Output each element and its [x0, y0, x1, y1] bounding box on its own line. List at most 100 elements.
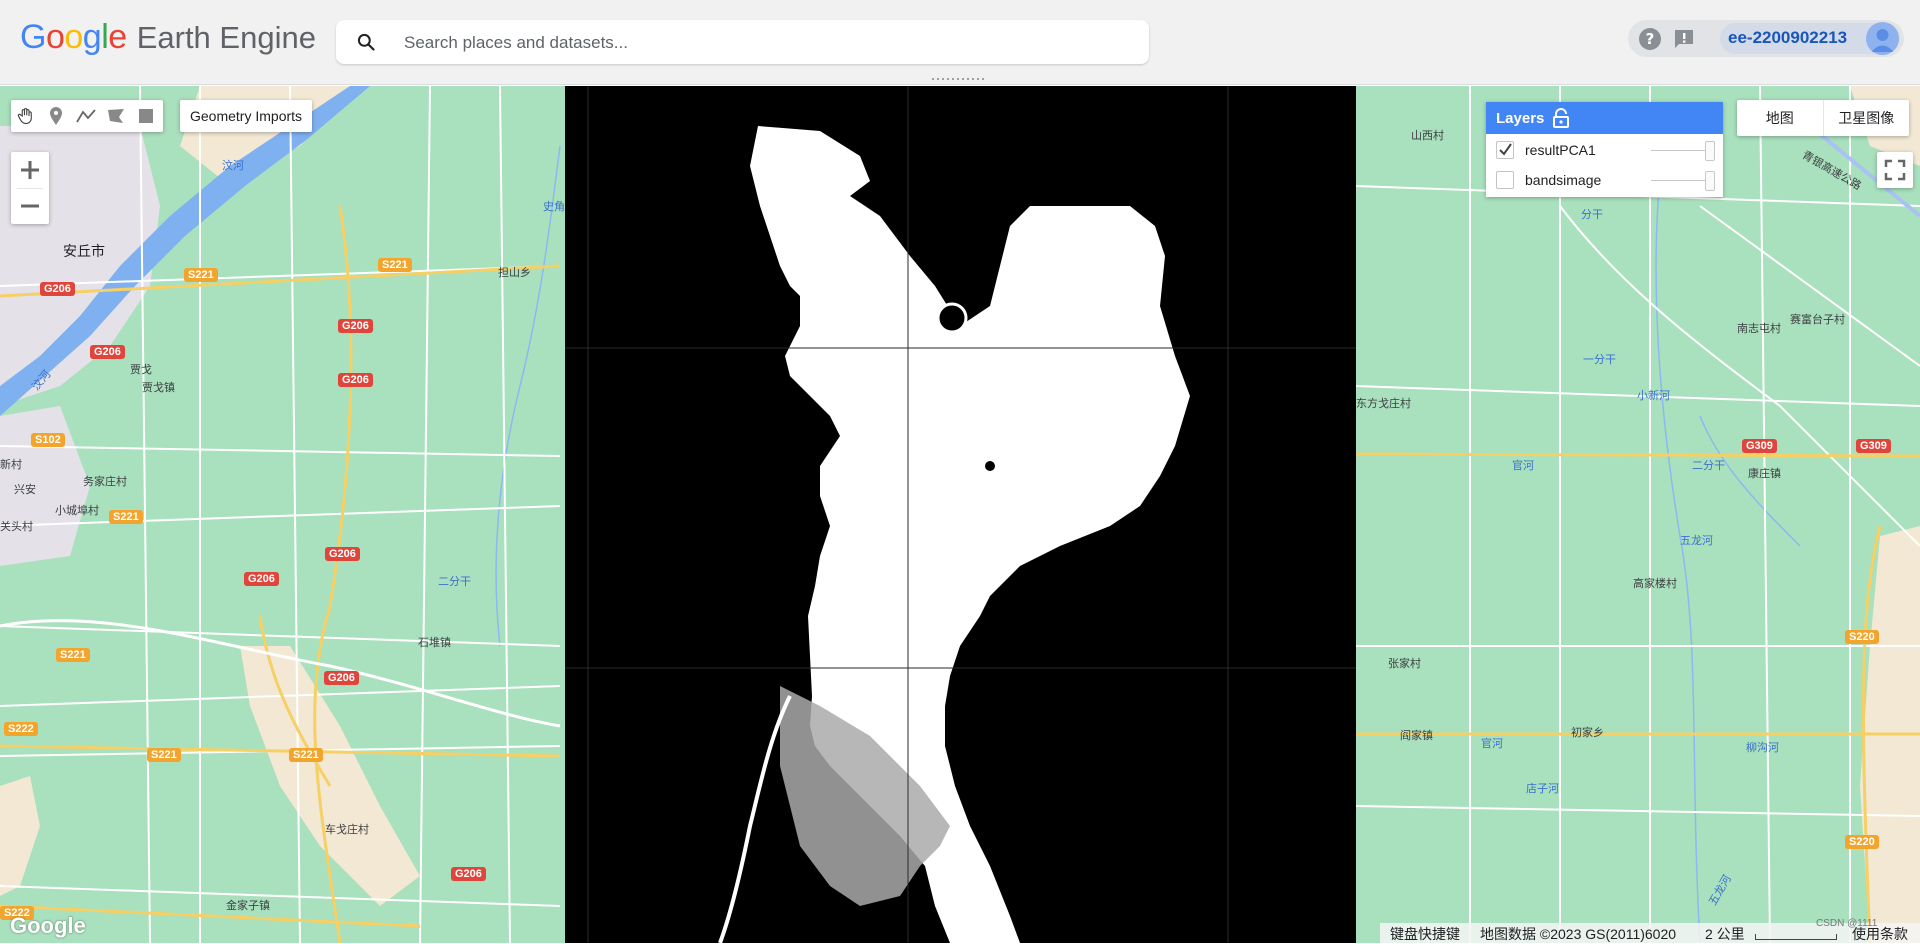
map-label: 贾戈 [130, 364, 152, 376]
rectangle-icon[interactable] [131, 100, 161, 132]
map-label: 担山乡 [498, 267, 531, 279]
layer-visibility-checkbox[interactable] [1496, 141, 1514, 159]
map-label: 赛富台子村 [1790, 314, 1845, 326]
map-type-map[interactable]: 地图 [1737, 100, 1823, 136]
road-shield: G206 [325, 547, 360, 561]
road-shield: S220 [1845, 835, 1879, 849]
opacity-slider-handle[interactable] [1705, 141, 1715, 161]
layers-header[interactable]: Layers [1486, 102, 1723, 134]
map-label: 石堆镇 [418, 637, 451, 649]
map-label: 山西村 [1411, 130, 1444, 142]
road-shield: G206 [324, 671, 359, 685]
road-shield: G206 [338, 373, 373, 387]
road-shield: S221 [109, 510, 143, 524]
line-icon[interactable] [71, 100, 101, 132]
map-attribution: 地图数据 ©2023 GS(2011)6020 [1480, 926, 1677, 942]
layer-name: bandsimage [1525, 172, 1602, 188]
app-logo[interactable]: Google Earth Engine [20, 18, 316, 62]
drawing-toolbar [11, 100, 163, 132]
feedback-icon[interactable] [1672, 27, 1696, 51]
avatar[interactable] [1866, 22, 1899, 55]
map-label-water: 汶河 [222, 160, 244, 172]
map-label-water: 史角 [543, 201, 565, 213]
road-shield: G309 [1742, 439, 1777, 453]
fullscreen-button[interactable] [1877, 152, 1913, 188]
road-shield: G206 [40, 282, 75, 296]
layer-visibility-checkbox[interactable] [1496, 171, 1514, 189]
map-label-city: 安丘市 [63, 243, 105, 259]
road-shield: S221 [147, 748, 181, 762]
map-label-water: 柳沟河 [1746, 742, 1779, 754]
marker-icon[interactable] [41, 100, 71, 132]
map-label: 金家子镇 [226, 900, 270, 912]
map-label: 新村 [0, 459, 22, 471]
map-label-water: 店子河 [1526, 783, 1559, 795]
svg-text:?: ? [1646, 30, 1655, 48]
fullscreen-icon [1884, 159, 1906, 181]
map-label: 康庄镇 [1748, 468, 1781, 480]
map-label: 张家村 [1388, 658, 1421, 670]
map-label: 东方戈庄村 [1356, 398, 1411, 410]
google-wordmark: Google [20, 18, 127, 56]
map-label-water: 官河 [1512, 460, 1534, 472]
map-label: 车戈庄村 [325, 824, 369, 836]
road-shield: S102 [31, 433, 65, 447]
map-canvas[interactable]: 安丘市 新村 兴安 关头村 贾戈 贾戈镇 务家庄村 小城埠村 石堆镇 车戈庄村 … [0, 86, 1920, 943]
panel-splitter[interactable] [932, 78, 987, 84]
unlock-icon[interactable] [1552, 108, 1570, 128]
scale-bar [1755, 934, 1837, 940]
google-map-logo: Google [10, 913, 86, 938]
zoom-control [11, 152, 49, 224]
map-label: 小城埠村 [55, 505, 99, 517]
road-shield: G206 [451, 867, 486, 881]
map-label-water: 小新河 [1637, 390, 1670, 402]
search-input[interactable] [402, 20, 1126, 66]
map-label-water: 五龙河 [1680, 535, 1713, 547]
hand-icon[interactable] [11, 100, 41, 132]
map-label: 阎家镇 [1400, 730, 1433, 742]
map-label: 高家楼村 [1633, 578, 1677, 590]
checkmark-icon [1499, 143, 1512, 156]
map-label: 南志屯村 [1737, 323, 1781, 335]
map-label: 贾戈镇 [142, 382, 175, 394]
keyboard-shortcuts-link[interactable]: 键盘快捷键 [1390, 924, 1460, 944]
layer-row-resultpca1[interactable]: resultPCA1 [1486, 136, 1723, 166]
map-type-satellite[interactable]: 卫星图像 [1822, 100, 1910, 136]
road-shield: S221 [378, 258, 412, 272]
help-icon[interactable]: ? [1638, 27, 1662, 51]
layers-panel: Layers resultPCA1 bandsimage [1486, 102, 1723, 197]
base-map [0, 86, 1920, 943]
geometry-imports-button[interactable]: Geometry Imports [180, 100, 313, 132]
road-shield: S220 [1845, 630, 1879, 644]
road-shield: G309 [1856, 439, 1891, 453]
header-actions: ? ee-2200902213 [1628, 20, 1904, 57]
search-box[interactable] [336, 20, 1149, 66]
zoom-in-button[interactable] [11, 152, 49, 187]
scale-label[interactable]: 2 公里 [1705, 924, 1745, 944]
map-label: 初家乡 [1571, 727, 1604, 739]
polygon-icon[interactable] [101, 100, 131, 132]
opacity-slider-handle[interactable] [1705, 171, 1715, 191]
layer-row-bandsimage[interactable]: bandsimage [1486, 166, 1723, 196]
search-icon [357, 33, 375, 51]
zoom-out-button[interactable] [11, 188, 49, 223]
road-shield: S221 [56, 648, 90, 662]
road-shield: S221 [184, 268, 218, 282]
opacity-slider-track[interactable] [1651, 150, 1711, 151]
road-shield: G206 [244, 572, 279, 586]
layers-title: Layers [1496, 110, 1545, 127]
opacity-slider-track[interactable] [1651, 180, 1711, 181]
map-label-water: 二分干 [1692, 460, 1725, 472]
road-shield: G206 [338, 319, 373, 333]
road-shield: S221 [289, 748, 323, 762]
account-name[interactable]: ee-2200902213 [1728, 28, 1847, 48]
map-label: 关头村 [0, 521, 33, 533]
map-type-control: 地图 卫星图像 [1737, 100, 1909, 136]
road-shield: G206 [90, 345, 125, 359]
map-label-water: 官河 [1481, 738, 1503, 750]
product-name: Earth Engine [136, 20, 316, 55]
app-header: Google Earth Engine ? ee-2200902213 [0, 0, 1920, 85]
map-label: 兴安 [14, 484, 36, 496]
map-label-water: 一分干 [1583, 354, 1616, 366]
road-shield: S222 [4, 722, 38, 736]
